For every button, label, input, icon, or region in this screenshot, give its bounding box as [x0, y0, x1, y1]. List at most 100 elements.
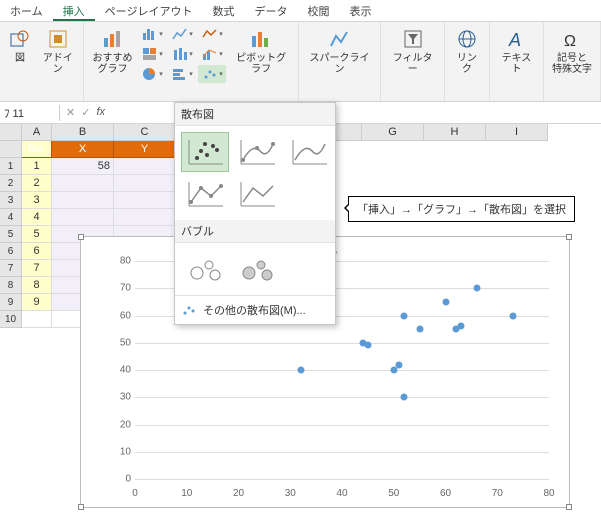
scatter-chart-button[interactable]: ▾ [198, 65, 226, 83]
svg-text:Ω: Ω [564, 33, 576, 50]
data-point[interactable] [297, 367, 304, 374]
resize-handle[interactable] [566, 504, 572, 510]
data-point[interactable] [473, 285, 480, 292]
bar-h-chart-button[interactable]: ▾ [168, 65, 196, 83]
data-point[interactable] [458, 323, 465, 330]
cell-A3[interactable]: 2 [22, 175, 52, 192]
row-hdr-4[interactable]: 3 [0, 192, 22, 209]
scatter-lines-markers-button[interactable] [181, 174, 229, 214]
cell-C4[interactable] [114, 192, 176, 209]
tab-pagelayout[interactable]: ページレイアウト [95, 0, 203, 21]
data-point[interactable] [509, 312, 516, 319]
filter-button[interactable]: フィルター [387, 25, 438, 77]
cell-A9[interactable]: 8 [22, 277, 52, 294]
cell-A8[interactable]: 7 [22, 260, 52, 277]
resize-handle[interactable] [78, 234, 84, 240]
tab-data[interactable]: データ [244, 0, 297, 21]
name-box[interactable]: ﾌ 11 [0, 105, 60, 121]
chart-type-grid: ▾ ▾ ▾ ▾ ▾ ▾ ▾ ▾ ▾ [138, 25, 226, 83]
cell-A11[interactable] [22, 311, 52, 328]
pivotchart-label: ピボットグラフ [232, 53, 289, 75]
data-point[interactable] [401, 394, 408, 401]
scatter-smooth-button[interactable] [285, 132, 333, 172]
row-hdr-1[interactable] [0, 141, 22, 158]
more-scatter-label: その他の散布図(M)... [203, 302, 306, 318]
row-hdr-5[interactable]: 4 [0, 209, 22, 226]
symbols-button[interactable]: Ω 記号と 特殊文字 [550, 25, 594, 77]
cell-B5[interactable] [52, 209, 114, 226]
row-hdr-3[interactable]: 2 [0, 175, 22, 192]
row-hdr-7[interactable]: 6 [0, 243, 22, 260]
cell-A6[interactable]: 5 [22, 226, 52, 243]
text-button[interactable]: A テキスト [496, 25, 537, 77]
bar-chart-button[interactable]: ▾ [138, 25, 166, 43]
tab-view[interactable]: 表示 [339, 0, 381, 21]
row-hdr-9[interactable]: 8 [0, 277, 22, 294]
resize-handle[interactable] [78, 504, 84, 510]
stock-chart-button[interactable]: ▾ [198, 25, 226, 43]
cell-C5[interactable] [114, 209, 176, 226]
illustrations-button[interactable]: 図 [6, 25, 34, 66]
scatter-markers-button[interactable] [181, 132, 229, 172]
cell-A5[interactable]: 4 [22, 209, 52, 226]
tab-home[interactable]: ホーム [0, 0, 53, 21]
cell-C2[interactable] [114, 158, 176, 175]
fx-icon[interactable]: fx [96, 106, 105, 119]
line-chart-button[interactable]: ▾ [168, 25, 196, 43]
text-icon: A [504, 27, 528, 51]
hierarchy-chart-button[interactable]: ▾ [138, 45, 166, 63]
tab-formulas[interactable]: 数式 [202, 0, 244, 21]
cell-A2[interactable]: 1 [22, 158, 52, 175]
sparklines-button[interactable]: スパークライン [305, 25, 375, 77]
cell-C3[interactable] [114, 175, 176, 192]
tab-insert[interactable]: 挿入 [53, 0, 95, 21]
data-point[interactable] [364, 342, 371, 349]
col-hdr-G[interactable]: G [362, 124, 424, 141]
row-hdr-11[interactable]: 10 [0, 311, 22, 328]
scatter-lines-button[interactable] [233, 174, 281, 214]
row-hdr-8[interactable]: 7 [0, 260, 22, 277]
resize-handle[interactable] [566, 234, 572, 240]
row-hdr-10[interactable]: 9 [0, 294, 22, 311]
col-hdr-B[interactable]: B [52, 124, 114, 141]
tab-review[interactable]: 校閲 [297, 0, 339, 21]
data-point[interactable] [442, 298, 449, 305]
col-hdr-I[interactable]: I [486, 124, 548, 141]
cell-C1[interactable]: Y [114, 141, 176, 158]
col-hdr-C[interactable]: C [114, 124, 176, 141]
scatter-smooth-markers-button[interactable] [233, 132, 281, 172]
cell-A1[interactable]: No. [22, 141, 52, 158]
cell-A7[interactable]: 6 [22, 243, 52, 260]
cell-A4[interactable]: 3 [22, 192, 52, 209]
cell-B3[interactable] [52, 175, 114, 192]
col-hdr-H[interactable]: H [424, 124, 486, 141]
pie-chart-button[interactable]: ▾ [138, 65, 166, 83]
data-point[interactable] [416, 326, 423, 333]
addins-button[interactable]: アドイン [38, 25, 77, 77]
svg-text:A: A [508, 30, 521, 50]
bubble-3d-button[interactable] [233, 249, 281, 289]
recommended-chart-icon [100, 27, 124, 51]
data-point[interactable] [395, 361, 402, 368]
instruction-callout: 「挿入」→「グラフ」→「散布図」を選択 [348, 196, 575, 222]
more-scatter-button[interactable]: その他の散布図(M)... [175, 295, 335, 324]
statistic-chart-button[interactable]: ▾ [168, 45, 196, 63]
enter-icon[interactable]: ✓ [81, 106, 90, 119]
col-hdr-A[interactable]: A [22, 124, 52, 141]
row-hdr-6[interactable]: 5 [0, 226, 22, 243]
row-hdr-2[interactable]: 1 [0, 158, 22, 175]
cell-A10[interactable]: 9 [22, 294, 52, 311]
link-button[interactable]: リンク [451, 25, 483, 77]
combo-chart-button[interactable]: ▾ [198, 45, 226, 63]
scatter-section-title: 散布図 [175, 103, 335, 126]
pivotchart-button[interactable]: ピボットグラフ [230, 25, 291, 77]
cancel-icon[interactable]: ✕ [66, 106, 75, 119]
recommended-charts-button[interactable]: おすすめ グラフ [90, 25, 134, 77]
cell-B2[interactable]: 58 [52, 158, 114, 175]
select-all-corner[interactable] [0, 124, 22, 141]
cell-B4[interactable] [52, 192, 114, 209]
link-icon [455, 27, 479, 51]
cell-B1[interactable]: X [52, 141, 114, 158]
data-point[interactable] [401, 312, 408, 319]
bubble-button[interactable] [181, 249, 229, 289]
